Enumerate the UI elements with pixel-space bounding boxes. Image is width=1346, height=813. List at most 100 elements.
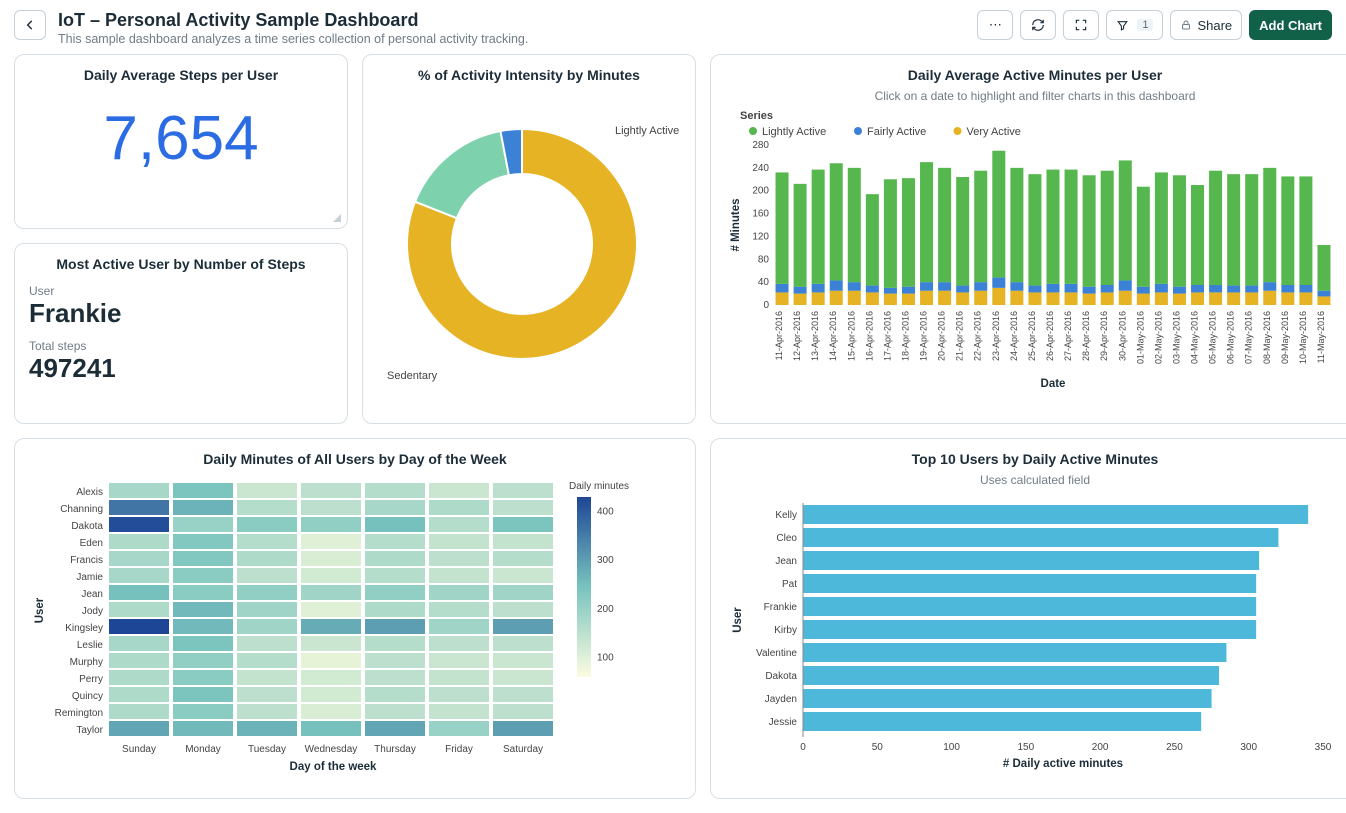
svg-text:350: 350 [1315,742,1332,753]
svg-text:Remington: Remington [55,708,103,719]
svg-text:Jean: Jean [775,556,797,567]
steps-card[interactable]: Daily Average Steps per User 7,654 [14,54,348,229]
svg-text:Eden: Eden [80,538,103,549]
fullscreen-button[interactable] [1063,10,1099,40]
svg-text:300: 300 [597,555,614,566]
heatmap-card[interactable]: Daily Minutes of All Users by Day of the… [14,438,696,799]
svg-text:User: User [34,597,46,623]
svg-text:06-May-2016: 06-May-2016 [1226,311,1236,364]
svg-text:Fairly Active: Fairly Active [867,126,926,138]
svg-text:150: 150 [1018,742,1035,753]
topusers-card[interactable]: Top 10 Users by Daily Active Minutes Use… [710,438,1346,799]
svg-text:300: 300 [1240,742,1257,753]
svg-text:04-May-2016: 04-May-2016 [1190,311,1200,364]
svg-text:Francis: Francis [70,555,103,566]
card-title: Top 10 Users by Daily Active Minutes [725,451,1345,467]
svg-text:27-Apr-2016: 27-Apr-2016 [1063,311,1073,361]
svg-text:28-Apr-2016: 28-Apr-2016 [1081,311,1091,361]
svg-text:13-Apr-2016: 13-Apr-2016 [810,311,820,361]
svg-text:16-Apr-2016: 16-Apr-2016 [864,311,874,361]
svg-text:200: 200 [597,604,614,615]
more-button[interactable]: ⋯ [977,10,1013,40]
filter-icon [1116,19,1129,32]
svg-text:02-May-2016: 02-May-2016 [1153,311,1163,364]
svg-text:Dakota: Dakota [71,521,103,532]
expand-icon [1074,18,1088,32]
svg-text:100: 100 [597,653,614,664]
svg-text:Murphy: Murphy [70,657,103,668]
stacked-card[interactable]: Daily Average Active Minutes per User Cl… [710,54,1346,424]
svg-text:Cleo: Cleo [776,533,797,544]
resize-handle-icon[interactable] [333,214,341,222]
svg-text:Series: Series [740,111,773,122]
svg-text:10-May-2016: 10-May-2016 [1298,311,1308,364]
svg-text:Date: Date [1041,378,1066,390]
svg-text:23-Apr-2016: 23-Apr-2016 [991,311,1001,361]
svg-text:Valentine: Valentine [756,648,797,659]
svg-text:Saturday: Saturday [503,744,543,755]
most-active-card[interactable]: Most Active User by Number of Steps User… [14,243,348,424]
svg-text:Frankie: Frankie [764,602,798,613]
svg-text:11-Apr-2016: 11-Apr-2016 [774,311,784,360]
donut-chart: Lightly Active Sedentary [377,89,683,409]
svg-text:120: 120 [752,231,769,242]
svg-text:15-Apr-2016: 15-Apr-2016 [846,311,856,361]
svg-text:18-Apr-2016: 18-Apr-2016 [900,311,910,361]
filter-button[interactable]: 1 [1106,10,1163,40]
svg-text:400: 400 [597,507,614,518]
svg-text:11-May-2016: 11-May-2016 [1316,311,1326,363]
svg-text:26-Apr-2016: 26-Apr-2016 [1045,311,1055,361]
svg-text:01-May-2016: 01-May-2016 [1135,311,1145,364]
svg-text:Very Active: Very Active [967,126,1021,138]
svg-text:Channing: Channing [60,504,103,515]
svg-text:Quincy: Quincy [72,691,103,702]
svg-text:09-May-2016: 09-May-2016 [1280,311,1290,364]
ellipsis-icon: ⋯ [989,17,1002,33]
card-subtitle: Uses calculated field [725,473,1345,487]
svg-text:20-Apr-2016: 20-Apr-2016 [937,311,947,361]
svg-text:14-Apr-2016: 14-Apr-2016 [828,311,838,361]
heatmap-chart: AlexisChanningDakotaEdenFrancisJamieJean… [29,473,679,783]
svg-text:Friday: Friday [445,744,473,755]
svg-text:100: 100 [943,742,960,753]
lock-icon [1180,19,1192,31]
metric-value: 7,654 [29,103,333,174]
add-chart-button[interactable]: Add Chart [1249,10,1332,40]
svg-text:Daily minutes: Daily minutes [569,481,629,492]
svg-text:Sedentary: Sedentary [387,370,438,382]
svg-text:50: 50 [872,742,884,753]
svg-text:08-May-2016: 08-May-2016 [1262,311,1272,364]
svg-text:Lightly Active: Lightly Active [762,126,826,138]
svg-text:Wednesday: Wednesday [305,744,358,755]
donut-card[interactable]: % of Activity Intensity by Minutes Light… [362,54,696,424]
share-button[interactable]: Share [1170,10,1242,40]
svg-text:12-Apr-2016: 12-Apr-2016 [792,311,802,361]
svg-text:Lightly Active: Lightly Active [615,125,679,137]
card-title: Daily Minutes of All Users by Day of the… [29,451,681,467]
stacked-chart: Series Lightly Active Fairly Active Very Ac… [725,111,1345,411]
refresh-button[interactable] [1020,10,1056,40]
svg-text:17-Apr-2016: 17-Apr-2016 [882,311,892,361]
filter-count: 1 [1137,19,1153,31]
user-label: User [29,284,333,298]
svg-text:200: 200 [752,186,769,197]
svg-text:25-Apr-2016: 25-Apr-2016 [1027,311,1037,361]
svg-text:07-May-2016: 07-May-2016 [1244,311,1254,364]
svg-text:Jayden: Jayden [765,694,797,705]
svg-text:Perry: Perry [79,674,103,685]
svg-text:Leslie: Leslie [77,640,104,651]
svg-text:Day of the week: Day of the week [290,761,378,773]
svg-text:280: 280 [752,140,769,151]
svg-text:05-May-2016: 05-May-2016 [1208,311,1218,364]
svg-text:Kelly: Kelly [775,510,797,521]
svg-text:Monday: Monday [185,744,221,755]
svg-text:29-Apr-2016: 29-Apr-2016 [1099,311,1109,361]
back-button[interactable] [14,10,46,40]
svg-text:22-Apr-2016: 22-Apr-2016 [973,311,983,361]
refresh-icon [1031,18,1045,32]
svg-text:40: 40 [758,277,770,288]
card-title: Daily Average Steps per User [29,67,333,83]
svg-text:250: 250 [1166,742,1183,753]
svg-text:Dakota: Dakota [765,671,797,682]
svg-text:200: 200 [1092,742,1109,753]
